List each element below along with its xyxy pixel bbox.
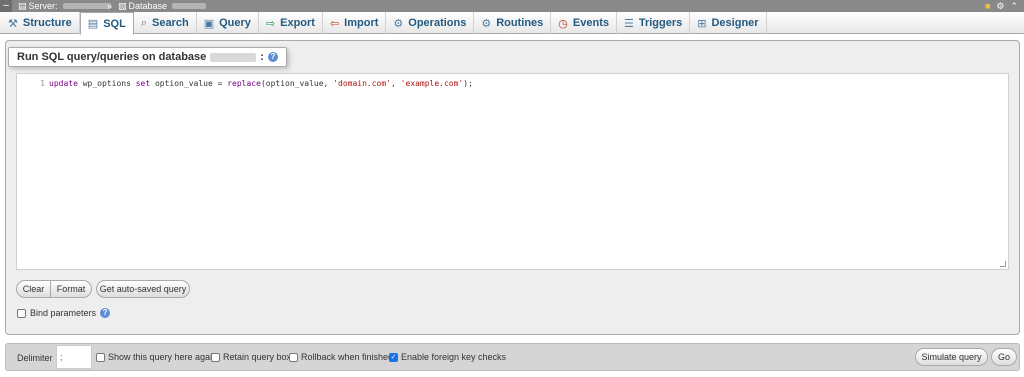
tab-import[interactable]: ⇦ Import [323, 12, 387, 34]
operations-icon: ⚙ [393, 17, 404, 30]
sql-function: replace [227, 79, 261, 88]
simulate-query-button[interactable]: Simulate query [915, 348, 988, 366]
lock-icon[interactable]: ■ [985, 0, 990, 12]
help-icon[interactable]: ? [267, 52, 278, 62]
tab-label: Query [219, 17, 251, 29]
tab-label: Triggers [638, 17, 683, 29]
tab-label: Operations [408, 17, 467, 29]
rollback-option[interactable]: Rollback when finished [289, 352, 393, 362]
sql-keyword: update [49, 79, 78, 88]
tab-triggers[interactable]: ☰ Triggers [617, 12, 691, 34]
tab-routines[interactable]: ⚙ Routines [474, 12, 552, 34]
tab-label: Events [572, 17, 609, 29]
tab-label: Import [344, 17, 379, 29]
resize-handle-icon[interactable] [1000, 261, 1006, 267]
sql-text: option_value = [150, 79, 228, 88]
show-query-checkbox[interactable] [96, 352, 105, 362]
events-icon: ◷ [558, 17, 568, 30]
sql-string: 'example.com' [400, 79, 464, 88]
tab-export[interactable]: ⇨ Export [259, 12, 323, 34]
show-query-option[interactable]: Show this query here again [96, 352, 217, 362]
retain-query-box-option[interactable]: Retain query box [211, 352, 291, 362]
sql-icon: ▤ [87, 18, 99, 30]
bind-parameters-checkbox[interactable] [17, 308, 26, 318]
option-label: Rollback when finished [301, 352, 394, 362]
sql-text: (option_value, [260, 79, 334, 88]
tab-label: Designer [711, 17, 759, 29]
go-button[interactable]: Go [991, 348, 1017, 366]
legend-text: Run SQL query/queries on database [17, 51, 207, 63]
get-auto-saved-query-button[interactable]: Get auto-saved query [96, 280, 190, 298]
designer-icon: ⊞ [697, 17, 707, 30]
database-name-redacted [210, 52, 257, 62]
breadcrumb-separator: » [107, 1, 113, 11]
sql-text: wp_options [77, 79, 136, 88]
bind-parameters-label: Bind parameters [30, 308, 97, 318]
breadcrumb-bar: – ▤ Server: » ▧ Database ■ ⚙ ⌃ [0, 0, 1024, 12]
help-icon[interactable]: ? [100, 308, 111, 318]
sql-text: , [390, 79, 401, 88]
search-icon: ⌕ [140, 16, 147, 29]
server-label: Server: [28, 1, 58, 11]
server-icon: ▤ [18, 1, 27, 11]
tab-label: Routines [496, 17, 544, 29]
tab-designer[interactable]: ⊞ Designer [690, 12, 767, 34]
sql-text: ); [463, 79, 473, 88]
sql-string: 'domain.com' [333, 79, 391, 88]
tab-structure[interactable]: ⚒ Structure [1, 12, 80, 34]
foreign-key-checks-option[interactable]: ✓ Enable foreign key checks [389, 352, 506, 362]
tab-events[interactable]: ◷ Events [551, 12, 617, 34]
bind-parameters-option[interactable]: Bind parameters ? [17, 308, 111, 318]
tab-search[interactable]: ⌕ Search [134, 12, 197, 34]
tab-query[interactable]: ▣ Query [197, 12, 259, 34]
legend-colon: : [260, 51, 264, 63]
delimiter-label: Delimiter [17, 353, 53, 363]
sql-keyword: set [135, 79, 151, 88]
import-icon: ⇦ [329, 17, 340, 30]
breadcrumb-server[interactable]: ▤ Server: [18, 0, 111, 12]
routines-icon: ⚙ [481, 17, 492, 30]
option-label: Enable foreign key checks [401, 352, 507, 362]
sql-query-editor[interactable]: 1 update wp_options set option_value = r… [16, 73, 1009, 270]
delimiter-input[interactable] [56, 345, 92, 369]
foreign-key-checks-checkbox[interactable]: ✓ [389, 352, 398, 362]
tab-label: Search [151, 17, 189, 29]
rollback-checkbox[interactable] [289, 352, 298, 362]
query-options-bar: Delimiter Show this query here again Ret… [5, 343, 1020, 371]
topbar-icons: ■ ⚙ ⌃ [985, 0, 1018, 12]
export-icon: ⇨ [265, 17, 276, 30]
clear-button[interactable]: Clear [16, 280, 51, 298]
sql-legend: Run SQL query/queries on database : ? [8, 47, 287, 67]
database-label: Database [128, 1, 168, 11]
collapse-icon[interactable]: – [0, 0, 12, 12]
database-name-redacted [172, 3, 207, 9]
database-icon: ▧ [118, 1, 127, 11]
collapse-up-icon[interactable]: ⌃ [1010, 0, 1018, 12]
query-icon: ▣ [203, 17, 215, 30]
server-name-redacted [62, 3, 111, 9]
tab-operations[interactable]: ⚙ Operations [386, 12, 475, 34]
tab-sql[interactable]: ▤ SQL [79, 12, 134, 35]
sql-query-text[interactable]: update wp_options set option_value = rep… [49, 79, 473, 88]
tab-label: Export [280, 17, 315, 29]
option-label: Retain query box [223, 352, 292, 362]
tab-label: SQL [103, 17, 126, 30]
line-number: 1 [40, 79, 45, 88]
triggers-icon: ☰ [623, 17, 634, 30]
retain-query-box-checkbox[interactable] [211, 352, 220, 362]
breadcrumb-database[interactable]: ▧ Database [118, 0, 207, 12]
option-label: Show this query here again [108, 352, 218, 362]
tab-label: Structure [22, 17, 72, 29]
structure-icon: ⚒ [8, 17, 18, 30]
gear-icon[interactable]: ⚙ [996, 0, 1004, 12]
tab-bar: ⚒ Structure ▤ SQL ⌕ Search ▣ Query ⇨ Export ⇦… [0, 12, 1024, 35]
format-button[interactable]: Format [50, 280, 92, 298]
